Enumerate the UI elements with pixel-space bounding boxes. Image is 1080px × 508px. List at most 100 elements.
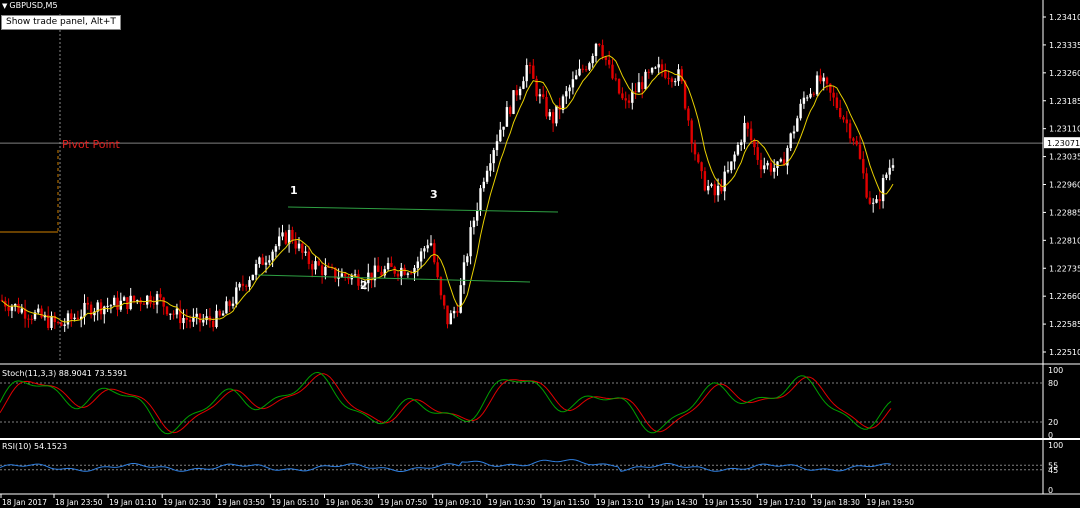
candle-body: [812, 93, 815, 95]
time-label: 19 Jan 07:50: [380, 498, 428, 507]
candle-body: [99, 302, 103, 315]
candle-body: [657, 64, 660, 68]
candle-body: [337, 277, 340, 279]
lower-trendline: [257, 274, 531, 283]
candle-body: [740, 142, 743, 145]
candle-body: [479, 188, 482, 210]
price-label: 1.22510: [1049, 348, 1080, 357]
candle-body: [598, 43, 601, 46]
candle-body: [627, 100, 631, 103]
candle-body: [505, 107, 509, 127]
candle-body: [509, 107, 512, 114]
candle-body: [271, 251, 274, 261]
candle-body: [462, 262, 466, 286]
chart-canvas[interactable]: Pivot Point 1 2 3 1.23410 1.23335 1.23260 1.23…: [0, 0, 1080, 508]
candle-body: [542, 94, 545, 98]
candle-body: [802, 97, 806, 104]
candle-body: [297, 243, 301, 249]
candle-body: [452, 310, 456, 314]
candle-body: [551, 112, 555, 124]
upper-trendline: [287, 206, 559, 213]
candle-body: [7, 306, 10, 311]
rsi-indicator-label: RSI(10) 54.1523: [2, 442, 68, 451]
candle-body: [726, 170, 730, 172]
candle-body: [132, 295, 136, 301]
candle-body: [842, 117, 845, 120]
candle-body: [73, 317, 76, 320]
stoch-scale-label: 100: [1048, 366, 1063, 375]
time-label: 19 Jan 17:10: [758, 498, 806, 507]
candle-body: [423, 248, 426, 252]
candle-body: [660, 64, 664, 71]
candle-body: [532, 65, 535, 79]
candle-body: [502, 126, 505, 130]
candle-body: [202, 320, 205, 323]
candle-body: [106, 305, 109, 307]
candle-body: [773, 167, 776, 172]
stochastic-panel[interactable]: [0, 371, 1043, 435]
candle-body: [248, 280, 251, 287]
candle-body: [122, 297, 126, 301]
candle-body: [403, 267, 406, 275]
candle-body: [538, 94, 542, 97]
candle-body: [469, 227, 472, 257]
candle-body: [324, 266, 327, 276]
candle-body: [63, 324, 66, 326]
candle-body: [165, 306, 169, 315]
candle-body: [730, 161, 733, 171]
candle-body: [878, 199, 881, 202]
price-label: 1.23410: [1049, 13, 1080, 22]
candle-body: [30, 318, 33, 320]
candle-body: [284, 232, 287, 244]
candle-body: [885, 174, 888, 179]
candle-body: [835, 97, 839, 108]
price-label: 1.23260: [1049, 69, 1080, 78]
chart-window[interactable]: Pivot Point 1 2 3 1.23410 1.23335 1.23260 1.23…: [0, 0, 1080, 508]
candle-body: [644, 71, 647, 90]
time-label: 18 Jan 2017: [2, 498, 47, 507]
candle-body: [238, 283, 241, 288]
candle-body: [142, 303, 146, 305]
time-label: 19 Jan 01:10: [109, 498, 157, 507]
candle-body: [555, 105, 558, 124]
candle-body: [195, 313, 198, 317]
candle-body: [251, 274, 254, 281]
candle-body: [0, 299, 4, 301]
candle-body: [561, 96, 565, 110]
candle-body: [429, 243, 433, 246]
candle-body: [693, 143, 697, 155]
candle-body: [443, 295, 446, 306]
price-label: 1.23185: [1049, 97, 1080, 106]
price-label: 1.23035: [1049, 153, 1080, 162]
candle-body: [683, 81, 687, 109]
time-label: 19 Jan 09:10: [434, 498, 482, 507]
candle-body: [862, 158, 865, 174]
price-label: 1.22660: [1049, 292, 1080, 301]
candle-body: [70, 313, 73, 320]
candle-body: [792, 131, 796, 134]
stoch-scale-label: 80: [1048, 379, 1058, 388]
candle-body: [650, 67, 654, 73]
time-label: 19 Jan 05:10: [271, 498, 319, 507]
candle-body: [317, 261, 320, 266]
candle-body: [278, 236, 281, 247]
candle-body: [245, 285, 248, 287]
candle-body: [829, 83, 832, 93]
rsi-panel[interactable]: [0, 459, 1043, 472]
candle-body: [254, 264, 258, 275]
symbol-title[interactable]: ▼ GBPUSD,M5: [2, 0, 58, 11]
price-panel[interactable]: Pivot Point 1 2 3: [0, 14, 1043, 362]
candle-body: [281, 232, 284, 237]
candle-body: [225, 301, 228, 314]
dropdown-arrow-icon[interactable]: ▼: [2, 2, 7, 10]
candle-body: [848, 123, 852, 139]
candle-body: [466, 256, 469, 263]
candle-body: [258, 257, 261, 265]
stoch-main-line: [0, 371, 892, 435]
candle-body: [545, 97, 548, 117]
candle-body: [763, 165, 766, 170]
candle-body: [868, 197, 872, 204]
candle-body: [634, 91, 637, 93]
show-trade-panel-button[interactable]: Show trade panel, Alt+T: [1, 15, 121, 30]
candle-body: [188, 319, 192, 322]
